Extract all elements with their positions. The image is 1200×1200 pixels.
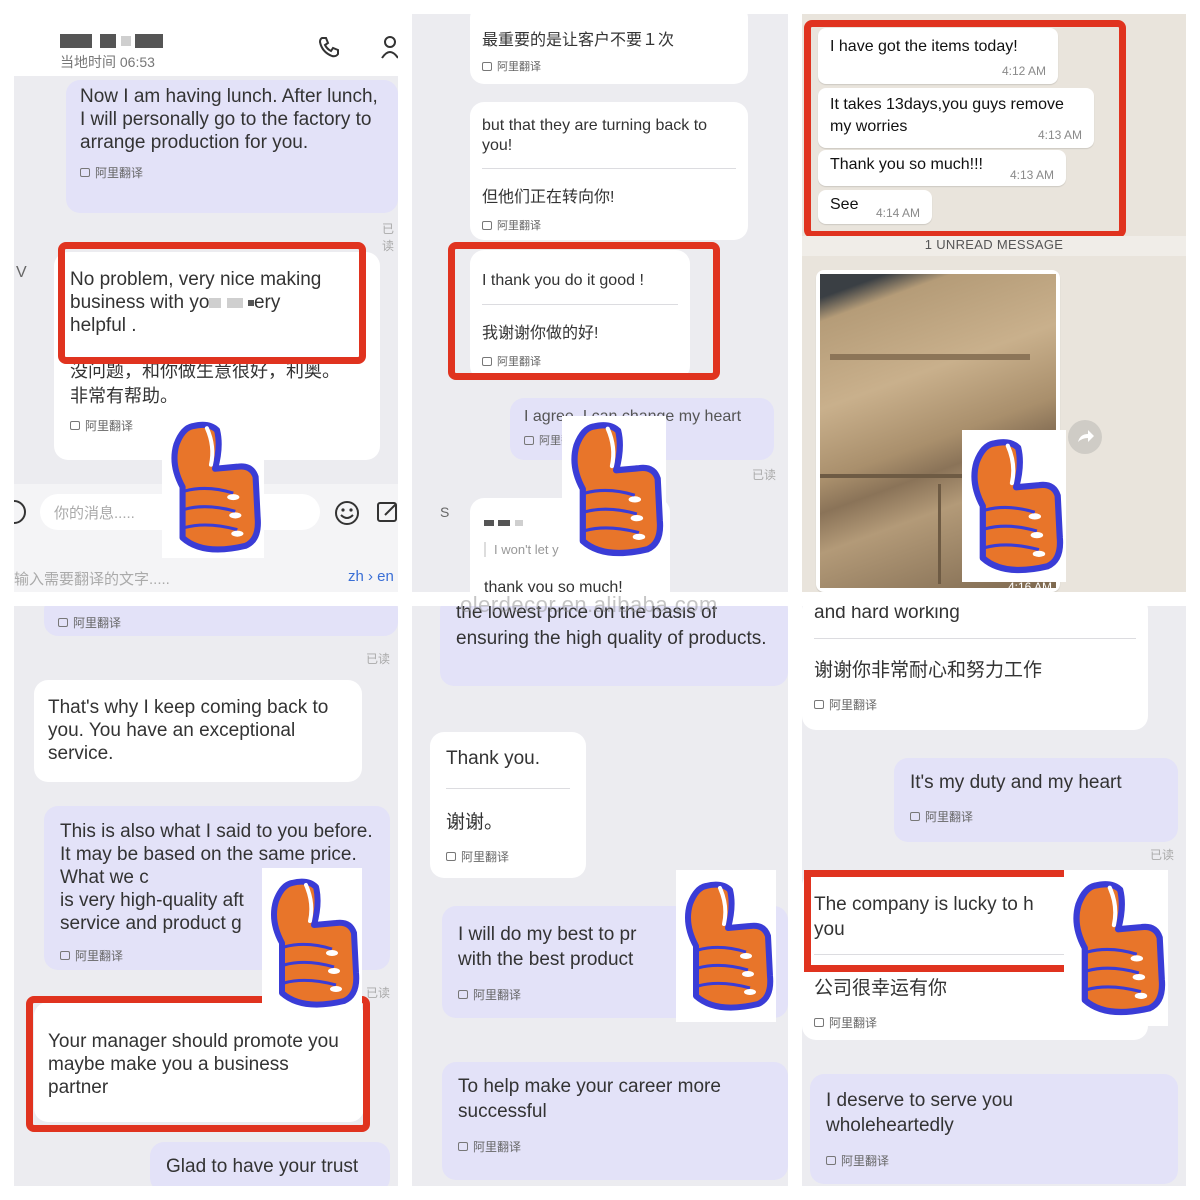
translated-text: 谢谢。	[446, 812, 504, 833]
message-text: Glad to have your trust	[166, 1156, 359, 1177]
translated-text: 但他们正在转向你!	[482, 189, 615, 206]
translate-icon	[80, 168, 90, 177]
read-status: 已读	[1150, 848, 1175, 862]
translate-button[interactable]: 阿里翻译	[482, 217, 736, 233]
highlight-box	[804, 965, 1066, 972]
message-text: thank you so much!	[484, 579, 623, 592]
highlight-box	[804, 870, 1066, 877]
sent-message: It's my duty and my heart 阿里翻译	[894, 758, 1178, 842]
local-time: 当地时间 06:53	[60, 54, 155, 70]
edit-icon[interactable]	[376, 500, 398, 529]
contact-avatar: S	[440, 504, 450, 520]
highlight-box	[448, 242, 720, 380]
translate-button[interactable]: 阿里翻译	[80, 164, 384, 181]
translate-icon	[458, 990, 468, 999]
translate-icon	[814, 1018, 824, 1027]
forward-icon[interactable]	[1068, 420, 1102, 454]
language-selector[interactable]: zh › en	[348, 568, 394, 585]
thumbs-up-icon	[676, 870, 776, 1022]
panel-chat-3: I have got the items today! 4:12 AM It t…	[802, 14, 1186, 592]
thumbs-up-icon	[962, 430, 1066, 582]
thumbs-up-icon	[162, 416, 264, 558]
read-status: 已读	[382, 222, 395, 253]
translate-icon	[446, 852, 456, 861]
sent-message: Now I am having lunch. After lunch, I wi…	[66, 80, 398, 213]
translated-text: 谢谢你非常耐心和努力工作	[814, 660, 1043, 681]
phone-call-icon[interactable]	[316, 34, 342, 65]
message-text: That's why I keep coming back to you. Yo…	[48, 697, 329, 764]
more-icon[interactable]	[14, 500, 26, 524]
read-status: 已读	[366, 986, 391, 1000]
divider	[814, 638, 1136, 639]
sent-message: the lowest price on the basis of ensurin…	[440, 606, 788, 686]
message-text: To help make your career more successful	[458, 1076, 721, 1122]
sent-message: 阿里翻译	[44, 606, 398, 636]
contact-avatar: V	[16, 264, 27, 281]
message-text: It's my duty and my heart	[910, 772, 1122, 793]
contact-name-redacted	[60, 32, 164, 50]
sent-message: Glad to have your trust	[150, 1142, 390, 1186]
translate-button[interactable]: 阿里翻译	[482, 58, 736, 74]
translate-icon	[60, 951, 70, 960]
translate-button[interactable]: 阿里翻译	[814, 696, 1136, 713]
watermark: olerdecor.en.alibaba.com	[460, 592, 718, 617]
highlight-box	[804, 20, 1126, 238]
translate-input[interactable]: 输入需要翻译的文字.....	[14, 568, 170, 589]
sent-message: I deserve to serve you wholeheartedly 阿里…	[810, 1074, 1178, 1184]
message-text: Thank you.	[446, 748, 540, 769]
translate-icon	[70, 421, 80, 430]
translate-icon	[458, 1142, 468, 1151]
thumbs-up-icon	[562, 416, 666, 562]
received-message: but that they are turning back to you! 但…	[470, 102, 748, 240]
translate-icon	[482, 61, 492, 71]
panel-chat-5: the lowest price on the basis of ensurin…	[412, 606, 788, 1186]
translate-icon	[482, 220, 492, 230]
divider	[446, 788, 570, 789]
unread-banner: 1 UNREAD MESSAGE	[802, 236, 1186, 256]
emoji-icon[interactable]	[334, 500, 360, 531]
panel-chat-1: 当地时间 06:53 Now I am having lunch. After …	[14, 14, 398, 592]
translate-button[interactable]: 阿里翻译	[910, 808, 1162, 825]
translate-button[interactable]: 阿里翻译	[58, 614, 384, 631]
add-contact-icon[interactable]	[380, 34, 398, 65]
received-message: 最重要的是让客户不要１次 阿里翻译	[470, 14, 748, 84]
translated-text: 没问题，和你做生意很好，利奥。 非常有帮助。	[70, 361, 340, 406]
translate-button[interactable]: 阿里翻译	[826, 1152, 1162, 1169]
thumbs-up-icon	[1064, 870, 1168, 1026]
translate-button[interactable]: 阿里翻译	[446, 848, 570, 865]
received-message: Thank you. 谢谢。 阿里翻译	[430, 732, 586, 878]
translate-icon	[910, 812, 920, 821]
message-text: and hard working	[814, 606, 960, 623]
highlight-box	[58, 242, 366, 364]
panel-chat-4: 阿里翻译 已读 That's why I keep coming back to…	[14, 606, 398, 1186]
translate-button[interactable]: 阿里翻译	[458, 1138, 772, 1155]
translate-icon	[826, 1156, 836, 1165]
received-message: and hard working 谢谢你非常耐心和努力工作 阿里翻译	[802, 606, 1148, 730]
message-text: I deserve to serve you wholeheartedly	[826, 1090, 1013, 1136]
thumbs-up-icon	[262, 868, 362, 1018]
read-status: 已读	[366, 652, 391, 666]
translate-icon	[58, 618, 68, 627]
sent-message: To help make your career more successful…	[442, 1062, 788, 1180]
translate-icon	[814, 700, 824, 709]
divider	[482, 168, 736, 169]
highlight-box	[804, 870, 811, 972]
chat-header: 当地时间 06:53	[14, 14, 398, 76]
panel-chat-2: 最重要的是让客户不要１次 阿里翻译 but that they are turn…	[412, 14, 788, 592]
message-text: but that they are turning back to you!	[482, 117, 708, 154]
message-text: Now I am having lunch. After lunch, I wi…	[80, 86, 378, 153]
panel-chat-6: and hard working 谢谢你非常耐心和努力工作 阿里翻译 It's …	[802, 606, 1186, 1186]
translated-text: 最重要的是让客户不要１次	[482, 32, 675, 49]
received-message: That's why I keep coming back to you. Yo…	[34, 680, 362, 782]
translate-icon	[524, 435, 534, 445]
read-status: 已读	[752, 468, 777, 482]
